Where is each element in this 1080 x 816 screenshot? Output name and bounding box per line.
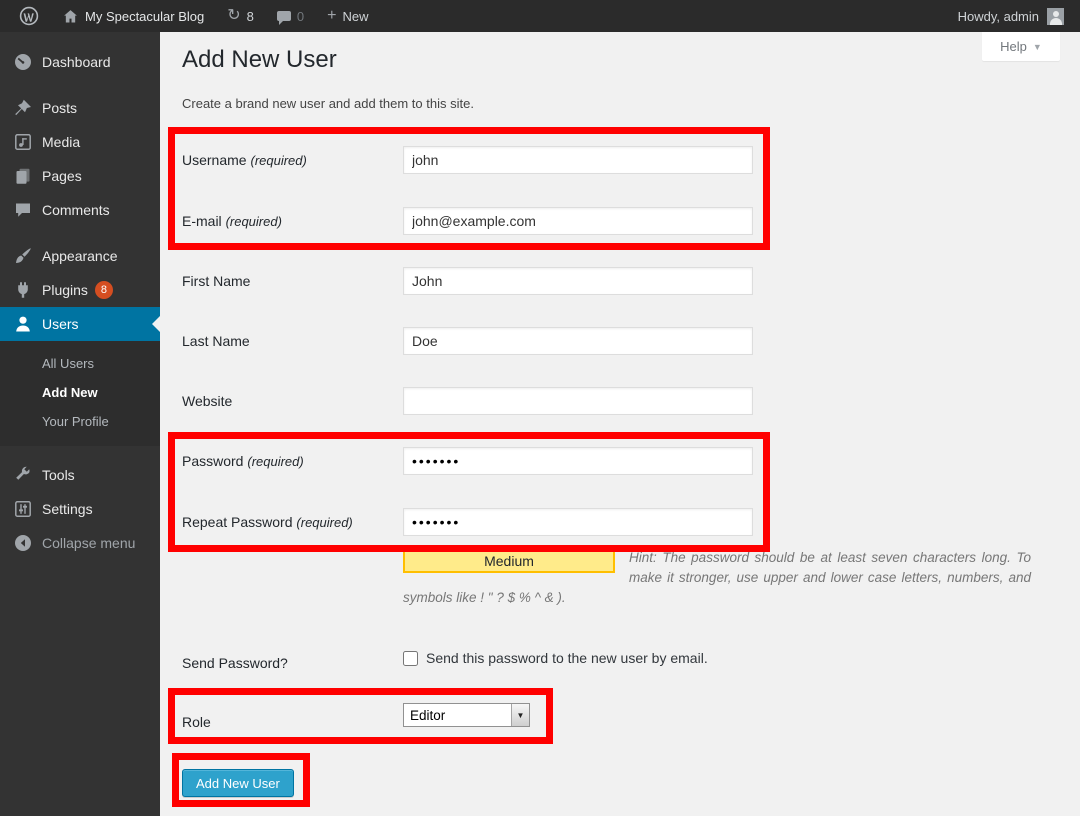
avatar: [1047, 8, 1064, 25]
plus-icon: +: [327, 8, 336, 24]
new-label: New: [342, 9, 368, 24]
sidebar-label-pages: Pages: [42, 168, 82, 184]
howdy-label: Howdy, admin: [958, 9, 1039, 24]
admin-bar: My Spectacular Blog ↻ 8 0 + New Howdy, a…: [0, 0, 1080, 32]
sidebar-label-tools: Tools: [42, 467, 75, 483]
first-name-field[interactable]: [403, 267, 753, 295]
password-strength-meter: Medium: [403, 548, 615, 573]
email-field[interactable]: [403, 207, 753, 235]
sidebar-item-settings[interactable]: Settings: [0, 492, 160, 526]
pages-icon: [13, 166, 33, 186]
sidebar-label-appearance: Appearance: [42, 248, 118, 264]
sidebar-item-plugins[interactable]: Plugins 8: [0, 273, 160, 307]
new-content-menu[interactable]: + New: [320, 0, 375, 32]
wordpress-logo-icon: [19, 6, 39, 26]
plugin-icon: [13, 280, 33, 300]
sidebar-item-users[interactable]: Users: [0, 307, 160, 341]
user-icon: [13, 314, 33, 334]
sidebar-item-appearance[interactable]: Appearance: [0, 239, 160, 273]
password-field[interactable]: [403, 447, 753, 475]
send-password-label: Send Password?: [182, 655, 392, 671]
username-label: Username (required): [182, 152, 392, 168]
repeat-password-field[interactable]: [403, 508, 753, 536]
comments-count: 0: [297, 9, 304, 24]
password-strength-section: Medium Hint: The password should be at l…: [403, 548, 1031, 608]
sidebar-item-dashboard[interactable]: Dashboard: [0, 45, 160, 79]
page-subtitle: Create a brand new user and add them to …: [182, 96, 474, 111]
updates-link[interactable]: ↻ 8: [220, 0, 261, 32]
last-name-field[interactable]: [403, 327, 753, 355]
first-name-label: First Name: [182, 273, 392, 289]
site-name-link[interactable]: My Spectacular Blog: [55, 0, 211, 32]
last-name-label: Last Name: [182, 333, 392, 349]
send-password-checkbox-label: Send this password to the new user by em…: [426, 650, 708, 666]
site-name-label: My Spectacular Blog: [85, 9, 204, 24]
wrench-icon: [13, 465, 33, 485]
collapse-menu-label: Collapse menu: [42, 535, 135, 551]
help-button[interactable]: Help ▼: [982, 32, 1060, 61]
website-field[interactable]: [403, 387, 753, 415]
sliders-icon: [13, 499, 33, 519]
updates-icon: ↻: [227, 8, 240, 24]
collapse-arrow-icon: [13, 533, 33, 553]
help-label: Help: [1000, 39, 1027, 54]
media-icon: [13, 132, 33, 152]
sidebar-label-dashboard: Dashboard: [42, 54, 111, 70]
role-select[interactable]: Editor ▼: [403, 703, 530, 727]
dashboard-icon: [13, 52, 33, 72]
comments-link[interactable]: 0: [270, 0, 311, 32]
plugins-update-badge: 8: [95, 281, 113, 299]
submenu-item-all-users[interactable]: All Users: [0, 349, 160, 378]
admin-sidebar: Dashboard Posts Media Pages Comments App…: [0, 32, 160, 816]
repeat-password-label: Repeat Password (required): [182, 514, 392, 530]
comment-icon: [13, 200, 33, 220]
current-menu-arrow-icon: [144, 316, 160, 332]
page-title: Add New User: [182, 46, 337, 74]
role-selected-value: Editor: [404, 708, 511, 723]
submenu-item-your-profile[interactable]: Your Profile: [0, 407, 160, 436]
my-account-menu[interactable]: Howdy, admin: [954, 0, 1068, 32]
home-icon: [62, 8, 79, 25]
sidebar-item-media[interactable]: Media: [0, 125, 160, 159]
sidebar-item-posts[interactable]: Posts: [0, 91, 160, 125]
sidebar-label-settings: Settings: [42, 501, 93, 517]
sidebar-item-tools[interactable]: Tools: [0, 458, 160, 492]
sidebar-label-media: Media: [42, 134, 80, 150]
wordpress-logo-menu[interactable]: [12, 0, 46, 32]
users-submenu: All Users Add New Your Profile: [0, 341, 160, 446]
sidebar-label-comments: Comments: [42, 202, 110, 218]
password-label: Password (required): [182, 453, 392, 469]
paintbrush-icon: [13, 246, 33, 266]
add-new-user-button[interactable]: Add New User: [182, 769, 294, 797]
sidebar-item-comments[interactable]: Comments: [0, 193, 160, 227]
email-label: E-mail (required): [182, 213, 392, 229]
submenu-item-add-new[interactable]: Add New: [0, 378, 160, 407]
pushpin-icon: [13, 98, 33, 118]
sidebar-label-users: Users: [42, 316, 79, 332]
collapse-menu-button[interactable]: Collapse menu: [0, 526, 160, 560]
username-input[interactable]: [403, 146, 753, 174]
role-label: Role: [182, 714, 392, 730]
chevron-down-icon: ▼: [511, 704, 529, 726]
updates-count: 8: [247, 9, 254, 24]
send-password-checkbox[interactable]: [403, 651, 418, 666]
sidebar-item-pages[interactable]: Pages: [0, 159, 160, 193]
comments-icon: [277, 11, 291, 21]
main-content: Help ▼ Add New User Create a brand new u…: [160, 32, 1080, 816]
chevron-down-icon: ▼: [1033, 42, 1042, 52]
website-label: Website: [182, 393, 392, 409]
sidebar-label-plugins: Plugins: [42, 282, 88, 298]
sidebar-label-posts: Posts: [42, 100, 77, 116]
